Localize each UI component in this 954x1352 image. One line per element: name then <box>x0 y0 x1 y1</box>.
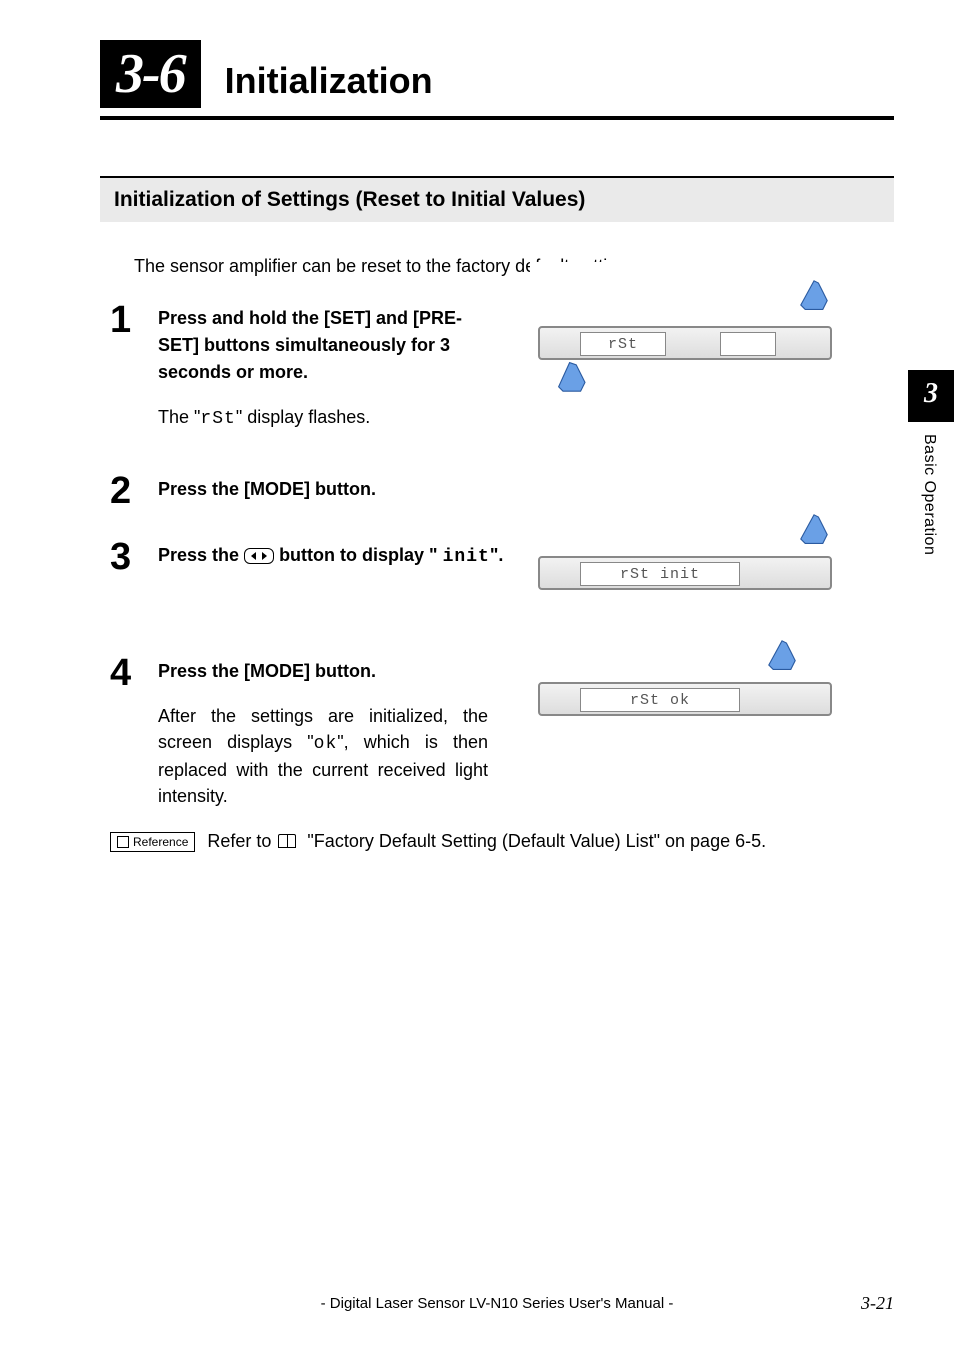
step-detail: After the settings are initialized, the … <box>158 703 488 809</box>
side-tab: 3 Basic Operation <box>908 370 954 567</box>
step-number: 3 <box>110 538 158 576</box>
reference-text: Refer to "Factory Default Setting (Defau… <box>207 831 766 852</box>
display-code: init <box>443 547 490 567</box>
step-number: 2 <box>110 472 158 510</box>
book-icon <box>278 834 296 848</box>
text: The " <box>158 407 200 427</box>
reference-badge-label: Reference <box>133 835 188 849</box>
footer-title: - Digital Laser Sensor LV-N10 Series Use… <box>321 1295 674 1312</box>
arrow-keys-icon <box>244 548 274 564</box>
text: "Factory Default Setting (Default Value)… <box>307 831 766 851</box>
hand-icon <box>552 356 596 400</box>
side-tab-label: Basic Operation <box>908 422 950 567</box>
step-1-illustration: rSt <box>530 262 840 392</box>
section-heading: Initialization of Settings (Reset to Ini… <box>100 176 894 222</box>
step-detail: The "rSt" display flashes. <box>158 404 488 432</box>
device-display: rSt ok <box>580 688 740 712</box>
reference-row: Reference Refer to "Factory Default Sett… <box>110 831 894 852</box>
display-code: ok <box>314 734 338 754</box>
step-number: 4 <box>110 654 158 692</box>
text: Press the <box>158 545 244 565</box>
chapter-rule <box>100 116 894 120</box>
page-footer: - Digital Laser Sensor LV-N10 Series Use… <box>100 1295 894 1312</box>
hand-icon <box>792 506 836 550</box>
step-number: 1 <box>110 301 158 339</box>
step-instruction: Press and hold the [SET] and [PRE-SET] b… <box>158 305 488 386</box>
text: ". <box>490 545 504 565</box>
device-display: rSt init <box>580 562 740 586</box>
step-3-illustration: rSt init <box>530 500 840 600</box>
text: button to display " <box>279 545 443 565</box>
display-code: rSt <box>200 409 235 429</box>
footer-page-number: 3-21 <box>861 1293 894 1314</box>
chapter-header: 3-6 Initialization <box>100 40 894 108</box>
hand-icon <box>792 272 836 316</box>
text: Refer to <box>207 831 276 851</box>
chapter-title: Initialization <box>225 60 433 108</box>
reference-badge: Reference <box>110 832 195 852</box>
side-tab-chapter-number: 3 <box>908 370 954 422</box>
chapter-number: 3-6 <box>100 40 201 108</box>
text: " display flashes. <box>236 407 370 427</box>
device-display-right <box>720 332 776 356</box>
step-4-illustration: rSt ok <box>530 626 840 726</box>
device-display: rSt <box>580 332 666 356</box>
hand-icon <box>760 632 804 676</box>
